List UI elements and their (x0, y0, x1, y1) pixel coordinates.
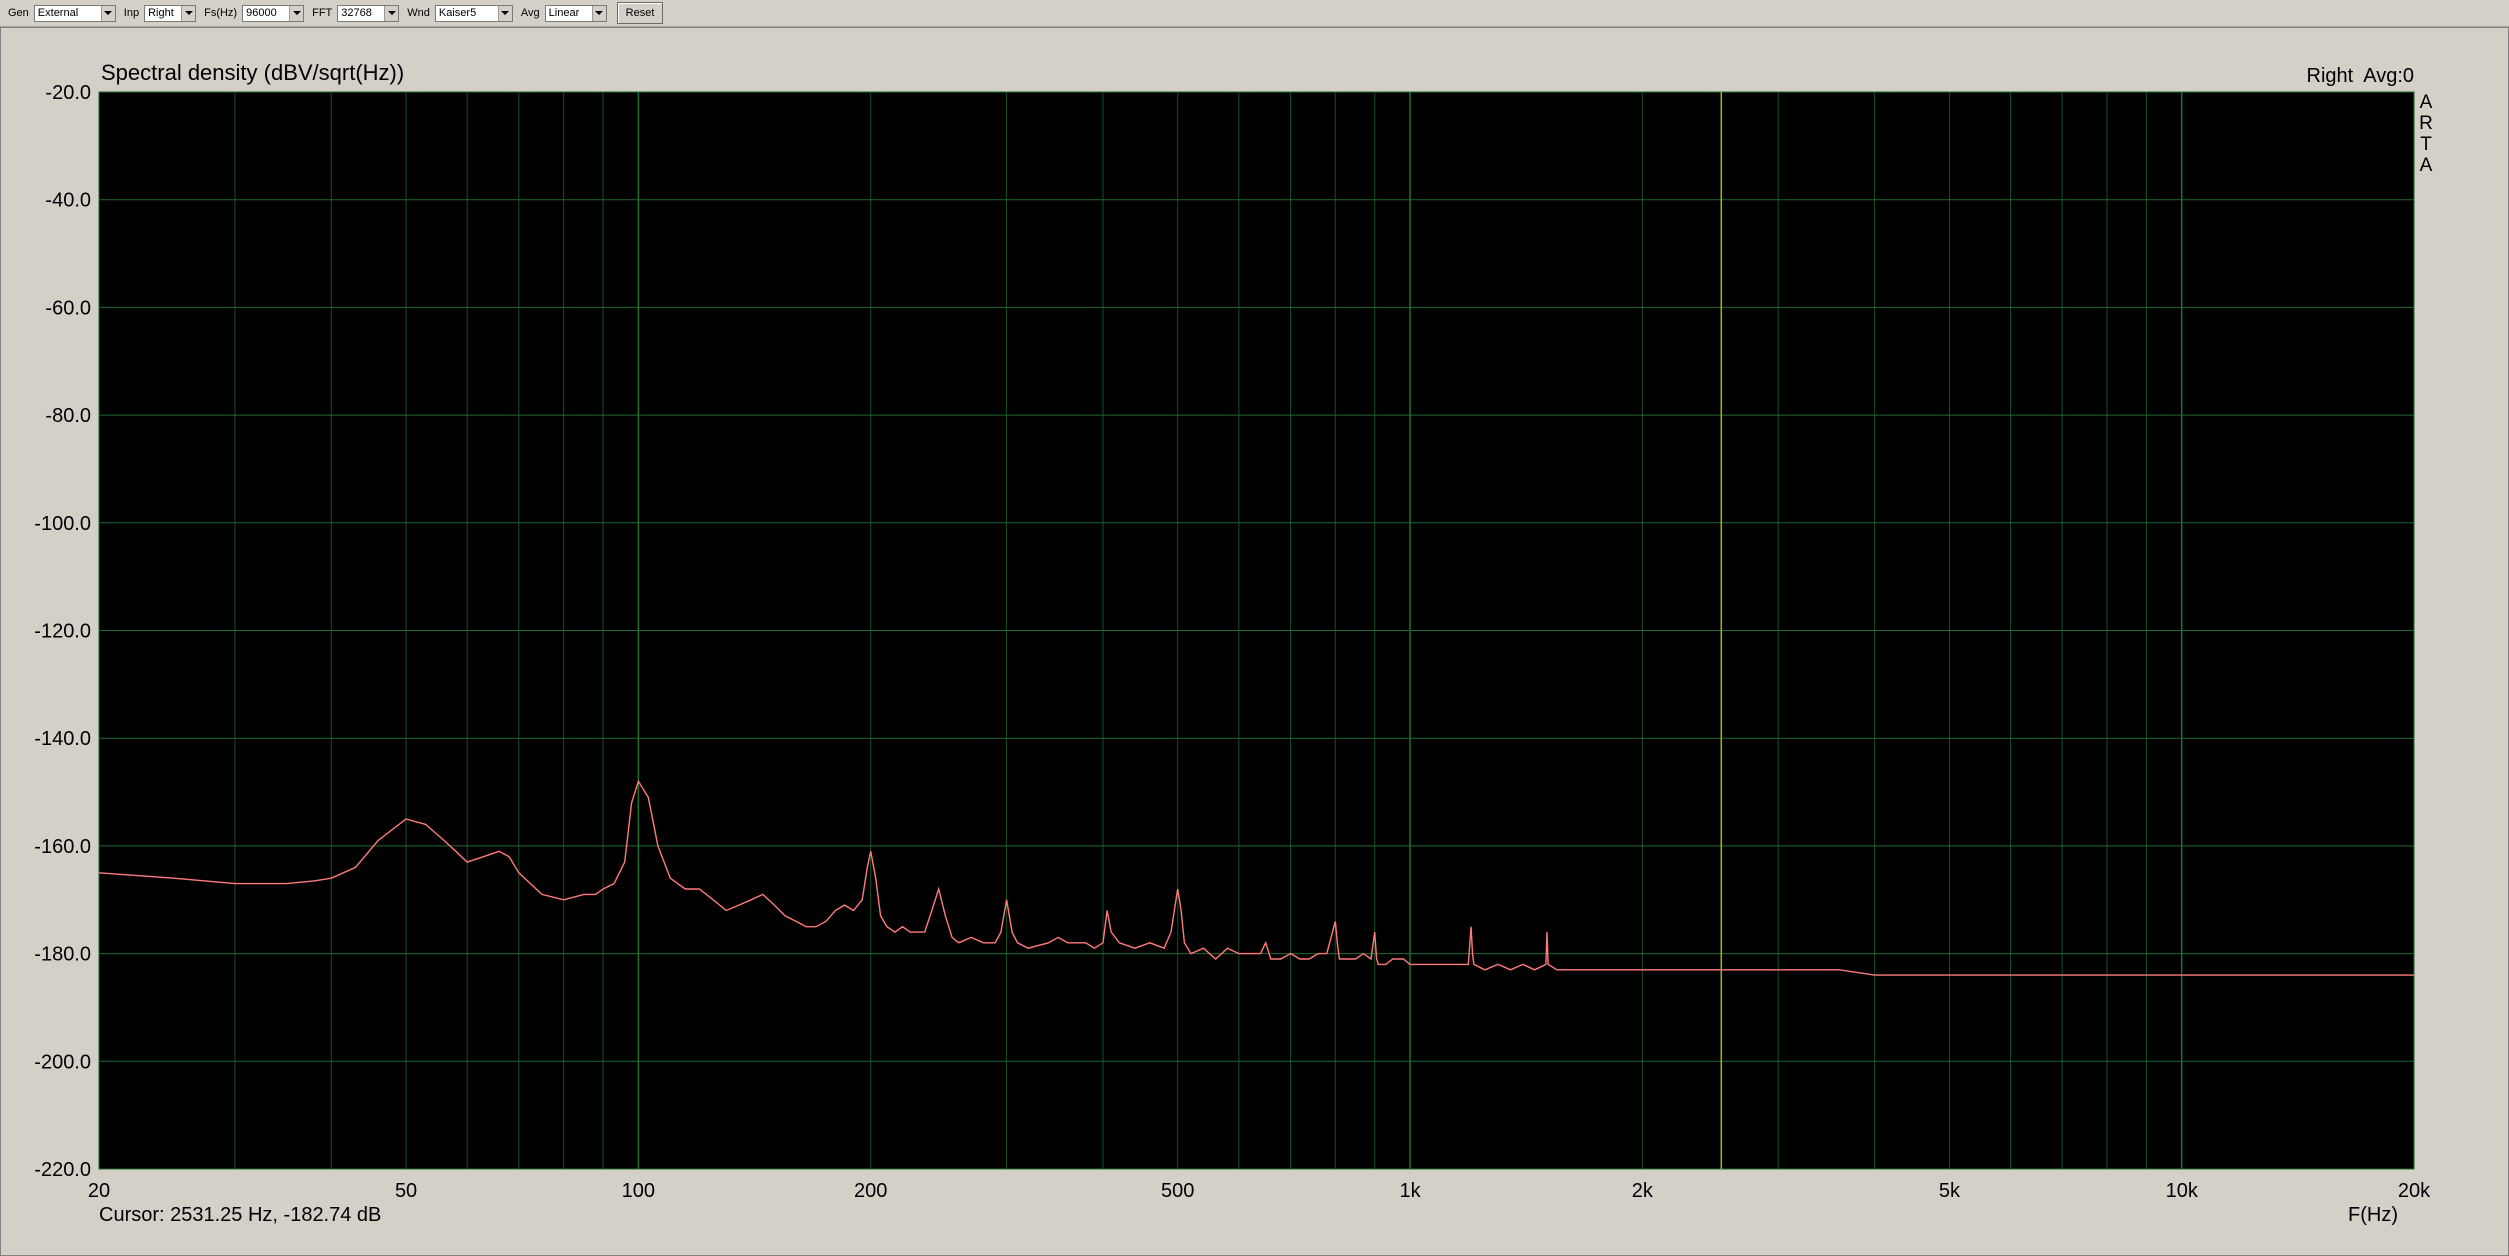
y-tick-label: -40.0 (45, 190, 91, 212)
y-tick-label: -140.0 (34, 728, 91, 750)
channel-status: Right Avg:0 (2307, 65, 2414, 87)
y-tick-label: -80.0 (45, 405, 91, 427)
x-tick-label: 5k (1939, 1180, 1961, 1202)
x-tick-label: 200 (854, 1180, 887, 1202)
y-axis-labels: -20.0 -40.0 -60.0 -80.0 -100.0 -120.0 -140.0 -1… (34, 82, 91, 1181)
wnd-group: Wnd Kaiser5 (407, 4, 513, 22)
x-tick-label: 20 (88, 1180, 110, 1202)
y-tick-label: -60.0 (45, 297, 91, 319)
gen-label: Gen (8, 7, 29, 19)
y-tick-label: -200.0 (34, 1051, 91, 1073)
gen-select-value: External (37, 7, 79, 19)
y-tick-label: -100.0 (34, 513, 91, 535)
y-tick-label: -220.0 (34, 1159, 91, 1181)
avg-select[interactable]: Linear (544, 4, 607, 22)
side-label-letter: R (2419, 113, 2433, 134)
fft-group: FFT 32768 (312, 4, 400, 22)
y-tick-label: -120.0 (34, 621, 91, 643)
fs-label: Fs(Hz) (204, 7, 238, 19)
fft-label: FFT (312, 7, 333, 19)
inp-select-value: Right (148, 7, 174, 19)
side-label: ARTA (2419, 92, 2433, 176)
chevron-down-icon[interactable] (384, 5, 399, 21)
inp-group: Inp Right (123, 4, 197, 22)
fs-select-value: 96000 (246, 7, 277, 19)
avg-select-value: Linear (548, 7, 580, 19)
fs-group: Fs(Hz) 96000 (204, 4, 305, 22)
avg-group: Avg Linear (520, 4, 607, 22)
side-label-letter: A (2420, 155, 2433, 176)
gen-group: Gen External (8, 4, 116, 22)
fft-select[interactable]: 32768 (337, 4, 400, 22)
wnd-select-value: Kaiser5 (438, 7, 477, 19)
fs-select[interactable]: 96000 (242, 4, 305, 22)
chevron-down-icon[interactable] (591, 5, 606, 21)
x-tick-label: 10k (2166, 1180, 2199, 1202)
x-tick-label: 2k (1632, 1180, 1654, 1202)
x-tick-label: 100 (622, 1180, 655, 1202)
reset-button[interactable]: Reset (616, 2, 664, 24)
y-tick-label: -160.0 (34, 836, 91, 858)
chevron-down-icon[interactable] (181, 5, 196, 21)
toolbar: Gen External Inp Right Fs(Hz) 96000 FFT … (0, 0, 2509, 27)
x-tick-label: 500 (1161, 1180, 1194, 1202)
x-axis-title: F(Hz) (2348, 1204, 2398, 1226)
cursor-readout: Cursor: 2531.25 Hz, -182.74 dB (99, 1204, 381, 1226)
fft-select-value: 32768 (341, 7, 372, 19)
avg-label: Avg (520, 7, 540, 19)
chevron-down-icon[interactable] (289, 5, 304, 21)
chevron-down-icon[interactable] (100, 5, 115, 21)
chevron-down-icon[interactable] (497, 5, 512, 21)
spectrum-chart: -20.0 -40.0 -60.0 -80.0 -100.0 -120.0 -140.0 -1… (34, 60, 2433, 1226)
wnd-label: Wnd (407, 7, 430, 19)
x-tick-label: 20k (2398, 1180, 2431, 1202)
y-tick-label: -20.0 (45, 82, 91, 104)
gen-select[interactable]: External (33, 4, 116, 22)
x-tick-label: 50 (395, 1180, 417, 1202)
inp-label: Inp (123, 7, 140, 19)
side-label-letter: A (2420, 92, 2433, 113)
y-tick-label: -180.0 (34, 944, 91, 966)
chart-title: Spectral density (dBV/sqrt(Hz)) (101, 60, 404, 85)
side-label-letter: T (2420, 134, 2432, 155)
inp-select[interactable]: Right (144, 4, 197, 22)
x-axis-labels: 20 50 100 200 500 1k 2k 5k 10k 20k (88, 1180, 2431, 1202)
x-tick-label: 1k (1399, 1180, 1421, 1202)
wnd-select[interactable]: Kaiser5 (434, 4, 513, 22)
spectrum-window: -20.0 -40.0 -60.0 -80.0 -100.0 -120.0 -140.0 -1… (0, 27, 2509, 1256)
